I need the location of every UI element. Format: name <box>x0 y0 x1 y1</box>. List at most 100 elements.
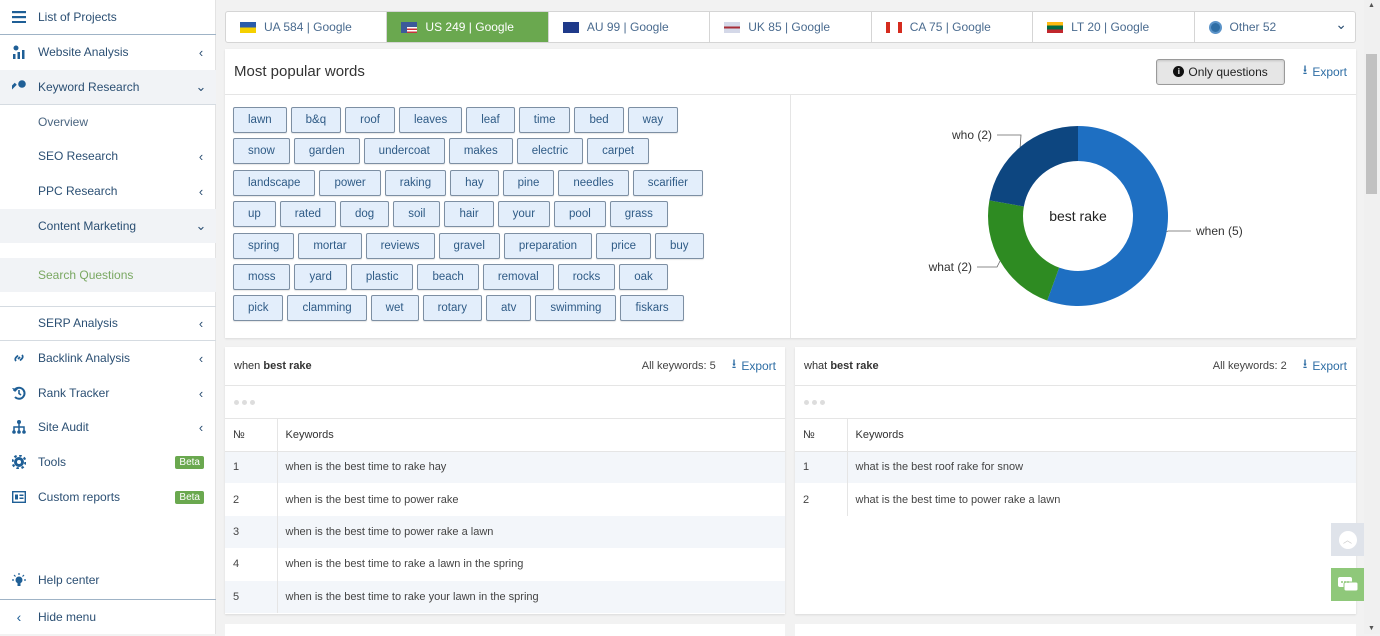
word-tag[interactable]: rated <box>279 201 337 228</box>
word-tag[interactable]: gravel <box>438 232 500 259</box>
tab-other[interactable]: Other 52 ⌄ <box>1195 12 1355 42</box>
word-tag[interactable]: rotary <box>422 295 482 322</box>
tab-ua[interactable]: UA 584 | Google <box>226 12 388 42</box>
word-tag[interactable]: removal <box>482 263 554 290</box>
word-tag[interactable]: snow <box>233 138 290 165</box>
hide-menu-button[interactable]: ‹ Hide menu <box>0 600 216 634</box>
keyword-cell[interactable]: what is the best roof rake for snow <box>847 451 1356 484</box>
page-scrollbar[interactable]: ▲ ▼ <box>1364 0 1380 634</box>
word-tag[interactable]: scarifier <box>632 169 703 196</box>
word-tag[interactable]: needles <box>558 169 629 196</box>
word-tag[interactable]: preparation <box>503 232 593 259</box>
sidebar-item-overview[interactable]: Overview <box>0 105 216 139</box>
chat-button[interactable] <box>1331 568 1364 601</box>
beta-badge: Beta <box>175 490 204 504</box>
sidebar-item-search-questions[interactable]: Search Questions <box>0 258 216 292</box>
word-tag[interactable]: buy <box>655 232 704 259</box>
word-tag[interactable]: makes <box>448 138 513 165</box>
more-icon[interactable] <box>225 386 785 419</box>
keyword-cell[interactable]: when is the best time to power rake <box>277 483 785 515</box>
word-tag[interactable]: time <box>518 107 571 133</box>
link-icon <box>0 351 38 365</box>
keywords-table: № Keywords 1 when is the best time to rake… <box>225 419 785 613</box>
word-tag[interactable]: plastic <box>350 263 414 290</box>
sidebar-item-ppc-research[interactable]: PPC Research ‹ <box>0 174 216 208</box>
word-tag[interactable]: your <box>497 201 551 228</box>
word-tag[interactable]: power <box>319 169 381 196</box>
export-button[interactable]: ⭳ Export <box>732 355 776 377</box>
word-tag[interactable]: pick <box>233 295 284 322</box>
keyword-cell[interactable]: when is the best time to rake hay <box>277 451 785 484</box>
word-tag[interactable]: atv <box>485 295 532 322</box>
sidebar-item-backlink-analysis[interactable]: Backlink Analysis ‹ <box>0 341 216 375</box>
gear-icon <box>0 455 38 469</box>
word-tag[interactable]: moss <box>233 263 291 290</box>
sidebar-item-seo-research[interactable]: SEO Research ‹ <box>0 139 216 173</box>
word-tag[interactable]: lawn <box>233 107 287 133</box>
sidebar-item-keyword-research[interactable]: Keyword Research ⌄ <box>0 70 216 104</box>
word-tag[interactable]: leaves <box>398 107 463 133</box>
word-tag[interactable]: dog <box>340 201 390 228</box>
keyword-cell[interactable]: when is the best time to rake your lawn … <box>277 580 785 613</box>
word-tag[interactable]: yard <box>294 263 347 290</box>
word-tag[interactable]: fiskars <box>620 295 684 322</box>
word-tag[interactable]: grass <box>609 201 668 228</box>
word-tag[interactable]: undercoat <box>363 138 445 165</box>
sidebar-item-custom-reports[interactable]: Custom reports Beta <box>0 480 216 514</box>
sidebar-item-tools[interactable]: Tools Beta <box>0 445 216 479</box>
keyword-cell[interactable]: what is the best time to power rake a la… <box>847 483 1356 515</box>
word-tag[interactable]: reviews <box>365 232 435 259</box>
scroll-to-top-button[interactable]: ︿ <box>1331 523 1364 556</box>
word-tag[interactable]: price <box>596 232 651 259</box>
sidebar-item-content-marketing[interactable]: Content Marketing ⌄ <box>0 209 216 243</box>
word-tag[interactable]: rocks <box>557 263 616 290</box>
word-tag[interactable]: wet <box>370 295 419 322</box>
more-icon[interactable] <box>795 386 1356 419</box>
word-tag[interactable]: hay <box>450 169 499 196</box>
word-tag[interactable]: electric <box>516 138 584 165</box>
list-of-projects[interactable]: List of Projects <box>0 0 216 34</box>
word-tag[interactable]: bed <box>574 107 624 133</box>
word-tag[interactable]: oak <box>619 263 668 290</box>
word-tag[interactable]: leaf <box>466 107 515 133</box>
word-tag[interactable]: clamming <box>287 295 367 322</box>
sidebar-item-site-audit[interactable]: Site Audit ‹ <box>0 410 216 444</box>
word-tag[interactable]: carpet <box>587 138 650 165</box>
sidebar-item-serp-analysis[interactable]: SERP Analysis ‹ <box>0 306 216 340</box>
word-tag[interactable]: way <box>627 107 679 133</box>
word-tag[interactable]: garden <box>293 138 360 165</box>
word-tag[interactable]: hair <box>444 201 494 228</box>
sidebar-item-rank-tracker[interactable]: Rank Tracker ‹ <box>0 376 216 410</box>
keyword-cell[interactable]: when is the best time to power rake a la… <box>277 515 785 549</box>
word-tag[interactable]: swimming <box>535 295 617 322</box>
word-tag[interactable]: raking <box>384 169 447 196</box>
word-tag[interactable]: landscape <box>233 169 316 196</box>
tab-au[interactable]: AU 99 | Google <box>549 12 711 42</box>
word-tag[interactable]: roof <box>345 107 395 133</box>
tab-uk[interactable]: UK 85 | Google <box>710 12 872 42</box>
help-center-link[interactable]: Help center <box>0 563 216 597</box>
donut-slice-who[interactable] <box>989 126 1078 207</box>
word-tag[interactable]: spring <box>233 232 295 259</box>
word-tag[interactable]: pool <box>554 201 606 228</box>
chart-icon <box>0 45 38 59</box>
sidebar-item-website-analysis[interactable]: Website Analysis ‹ <box>0 35 216 69</box>
keyword-cell[interactable]: when is the best time to rake a lawn in … <box>277 548 785 580</box>
only-questions-button[interactable]: i Only questions <box>1156 58 1285 85</box>
word-tag[interactable]: mortar <box>298 232 362 259</box>
export-button[interactable]: ⭳ Export <box>1303 61 1347 83</box>
export-button[interactable]: ⭳ Export <box>1303 355 1347 377</box>
table-row: 1 what is the best roof rake for snow <box>795 451 1356 484</box>
word-tag[interactable]: beach <box>417 263 479 290</box>
word-tag[interactable]: up <box>233 201 276 228</box>
next-card <box>795 624 1356 636</box>
word-tag[interactable]: soil <box>393 201 441 228</box>
tab-lt[interactable]: LT 20 | Google <box>1033 12 1195 42</box>
word-tag[interactable]: b&q <box>290 107 342 133</box>
tab-us[interactable]: US 249 | Google <box>387 12 549 42</box>
flag-us-icon <box>401 21 418 33</box>
word-tag[interactable]: pine <box>502 169 555 196</box>
chevron-left-icon: ‹ <box>198 148 204 164</box>
sidebar: List of Projects Website Analysis ‹ Keyw… <box>0 0 216 634</box>
tab-ca[interactable]: CA 75 | Google <box>872 12 1034 42</box>
